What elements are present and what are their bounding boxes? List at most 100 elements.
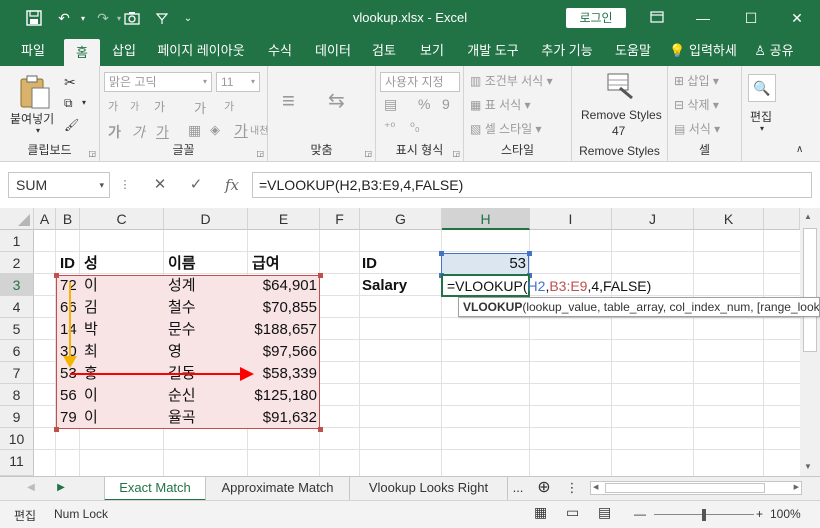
cell-id[interactable]: 72 [60,275,77,297]
tab-developer[interactable]: 개발 도구 [462,36,524,66]
customize-quick-access-icon[interactable] [150,8,174,28]
tab-help[interactable]: 도움말 [608,36,658,66]
cell-id[interactable]: 14 [60,319,77,341]
insert-function-icon[interactable]: fx [218,172,246,198]
select-all-corner[interactable] [0,208,34,230]
maximize-icon[interactable]: ☐ [736,6,766,30]
format-cells-button[interactable]: ▤ 서식 ▾ [674,120,720,137]
column-header-i[interactable]: I [530,208,612,230]
name-box[interactable]: SUM ▾ [8,172,110,198]
sheet-tab-vlookup-looks-right[interactable]: Vlookup Looks Right [350,477,508,501]
cell-last-name[interactable]: 이 [84,275,98,297]
scroll-right-icon[interactable]: ▶ [794,482,799,494]
cell-id[interactable]: 53 [60,363,77,385]
row-header-7[interactable]: 7 [0,362,34,384]
row-header-9[interactable]: 9 [0,406,34,428]
borders-icon[interactable]: ▦ [188,122,201,139]
paste-label[interactable]: 붙여넣기 [10,110,54,127]
column-header-j[interactable]: J [612,208,694,230]
more-commands-icon[interactable]: ⌄ [180,8,196,28]
sheet-tab-exact-match[interactable]: Exact Match [104,477,206,501]
range-handle[interactable] [527,251,532,256]
cell-salary[interactable]: $91,632 [248,407,317,429]
undo-icon[interactable]: ↶ [52,8,76,28]
tell-me-box[interactable]: 💡 입력하세 [666,36,740,66]
cell-id[interactable]: 30 [60,341,77,363]
cell-salary[interactable]: $125,180 [248,385,317,407]
copy-icon[interactable]: ⧉ [64,96,73,111]
row-header-5[interactable]: 5 [0,318,34,340]
editing-label[interactable]: 편집 [750,108,772,125]
cell-last-name[interactable]: 김 [84,297,98,319]
lookup-id-cell[interactable]: 53 [442,253,526,275]
shrink-font-button[interactable]: 가 [130,98,139,113]
zoom-in-button[interactable]: + [756,507,763,521]
accounting-format-icon[interactable]: ▤ [384,96,397,113]
remove-styles-icon[interactable] [606,72,634,100]
cell-salary[interactable]: $97,566 [248,341,317,363]
horizontal-scroll-thumb[interactable] [605,483,765,493]
cell-first-name[interactable]: 율곡 [168,407,196,429]
login-button[interactable]: 로그인 [566,8,626,28]
tab-home[interactable]: 홈 [64,39,100,66]
scroll-left-icon[interactable]: ◀ [593,482,598,494]
text-size-down-button[interactable]: 가 [224,98,234,114]
camera-icon[interactable] [120,8,144,28]
cell-first-name[interactable]: 성계 [168,275,196,297]
cell-first-name[interactable]: 순신 [168,385,196,407]
horizontal-scrollbar[interactable]: ◀ ▶ [590,481,802,495]
bold-button[interactable]: 가 [108,122,121,142]
undo-dropdown-icon[interactable]: ▾ [76,8,90,28]
tab-insert[interactable]: 삽입 [104,36,144,66]
tab-review[interactable]: 검토 [364,36,404,66]
new-sheet-icon[interactable]: ⊕ [532,477,556,501]
column-header-l[interactable] [764,208,800,230]
tab-data[interactable]: 데이터 [310,36,356,66]
enter-icon[interactable]: ✓ [182,172,210,198]
conditional-formatting-button[interactable]: ▥ 조건부 서식 ▾ [470,72,553,89]
function-argument-tooltip[interactable]: VLOOKUP(lookup_value, table_array, col_i… [458,297,820,317]
format-as-table-button[interactable]: ▦ 표 서식 ▾ [470,96,531,113]
row-header-3[interactable]: 3 [0,274,34,296]
copy-dropdown-icon[interactable]: ▾ [82,98,86,107]
column-header-c[interactable]: C [80,208,164,230]
cell-id[interactable]: 79 [60,407,77,429]
paste-dropdown-icon[interactable]: ▾ [36,126,40,135]
column-header-k[interactable]: K [694,208,764,230]
cell-id[interactable]: 56 [60,385,77,407]
row-header-4[interactable]: 4 [0,296,34,318]
row-header-10[interactable]: 10 [0,428,34,450]
column-header-f[interactable]: F [320,208,360,230]
increase-decimal-icon[interactable]: ⁺⁰ [384,120,395,134]
tab-addins[interactable]: 추가 기능 [536,36,598,66]
tab-split-handle-icon[interactable]: ⋮ [562,477,582,501]
cut-icon[interactable]: ✂ [64,74,76,91]
vertical-scrollbar[interactable]: ▲ ▼ [800,208,820,476]
sheet-tabs-more-button[interactable]: ... [508,477,528,501]
search-icon[interactable]: 🔍 [748,74,776,102]
cell-first-name[interactable]: 영 [168,341,182,363]
range-handle[interactable] [54,273,59,278]
range-handle[interactable] [54,427,59,432]
font-color-button[interactable]: 가 [234,120,248,141]
zoom-level[interactable]: 100% [770,507,801,521]
cell-last-name[interactable]: 홍 [84,363,98,385]
cell-salary[interactable]: $58,339 [248,363,317,385]
range-handle[interactable] [318,273,323,278]
wrap-text-icon[interactable]: ⇆ [328,88,345,113]
number-format-combo[interactable]: 사용자 지정 [380,72,460,92]
zoom-out-button[interactable]: — [634,507,646,521]
cell-last-name[interactable]: 최 [84,341,98,363]
paste-icon[interactable] [18,74,52,110]
column-header-e[interactable]: E [248,208,320,230]
column-header-b[interactable]: B [56,208,80,230]
align-icon[interactable]: ≡ [282,88,295,114]
scroll-down-icon[interactable]: ▼ [804,462,812,471]
row-header-8[interactable]: 8 [0,384,34,406]
collapse-ribbon-icon[interactable]: ∧ [796,144,803,155]
sheet-scroll-left-icon[interactable]: ◀ [16,477,46,501]
row-header-1[interactable]: 1 [0,230,34,252]
ribbon-display-options-icon[interactable] [642,6,672,30]
cell-id[interactable]: 66 [60,297,77,319]
phonetic-guide-button[interactable]: 가 [154,98,165,115]
